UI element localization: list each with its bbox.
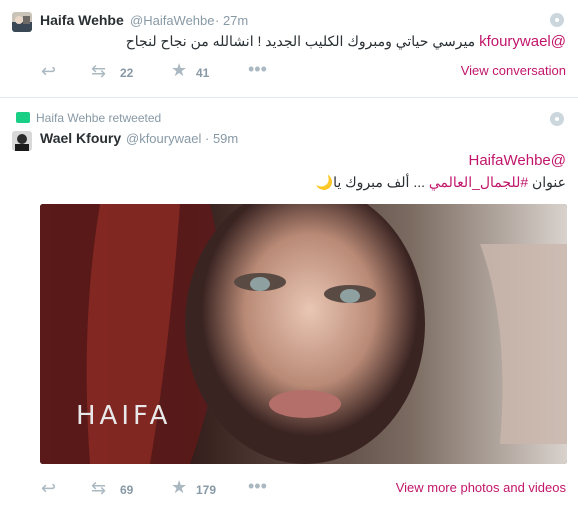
author-handle[interactable]: @kfourywael xyxy=(126,131,201,146)
reply-icon[interactable]: ↩ xyxy=(41,479,56,497)
author-name[interactable]: Haifa Wehbe xyxy=(40,12,124,28)
star-icon[interactable]: ★ xyxy=(171,478,187,496)
reply-icon[interactable]: ↩ xyxy=(41,62,56,80)
retweet-icon[interactable]: ⇆ xyxy=(91,479,106,497)
retweeted-by-text: Haifa Wehbe retweeted xyxy=(36,111,162,125)
retweet-icon xyxy=(16,112,30,123)
view-more-photos-link[interactable]: View more photos and videos xyxy=(396,480,566,495)
timestamp[interactable]: · 59m xyxy=(205,131,238,146)
tweet-text: @kfourywael ميرسي حياتي ومبروك الكليب ال… xyxy=(126,33,566,50)
media-photo[interactable]: HAIFA xyxy=(40,204,567,464)
avatar[interactable] xyxy=(12,131,32,151)
more-dots-icon[interactable]: ••• xyxy=(248,477,267,495)
tweet-body: ميرسي حياتي ومبروك الكليب الجديد ! انشال… xyxy=(125,33,476,49)
tweet-haifa[interactable]: Haifa Wehbe @HaifaWehbe · 27m @kfourywae… xyxy=(0,0,578,98)
view-conversation-link[interactable]: View conversation xyxy=(461,63,566,78)
author-handle[interactable]: @HaifaWehbe xyxy=(130,13,215,28)
avatar[interactable] xyxy=(12,12,32,32)
tweet-mention-line: @HaifaWehbe xyxy=(468,152,566,169)
star-icon[interactable]: ★ xyxy=(171,61,187,79)
retweet-count: 22 xyxy=(120,66,134,80)
favorite-count: 179 xyxy=(196,483,217,497)
retweet-icon[interactable]: ⇆ xyxy=(91,62,106,80)
retweet-context: Haifa Wehbe retweeted xyxy=(16,111,161,125)
favorite-count: 41 xyxy=(196,66,210,80)
retweet-count: 69 xyxy=(120,483,134,497)
tweet-text: عنوان #للجمال_العالمي ... ألف مبروك يا🌙 xyxy=(316,174,566,191)
tweet-body: عنوان xyxy=(532,174,566,190)
mention-link[interactable]: @kfourywael xyxy=(479,33,566,50)
media-watermark: HAIFA xyxy=(76,401,172,431)
more-dots-icon[interactable]: ••• xyxy=(248,60,267,78)
hashtag-link[interactable]: #للجمال_العالمي xyxy=(429,174,528,190)
timestamp[interactable]: · 27m xyxy=(215,13,248,28)
author-name[interactable]: Wael Kfoury xyxy=(40,130,121,146)
gear-icon[interactable] xyxy=(550,112,564,126)
gear-icon[interactable] xyxy=(550,13,564,27)
tweet-body-tail: ... ألف مبروك يا🌙 xyxy=(315,174,425,190)
tweet-wael[interactable]: Haifa Wehbe retweeted Wael Kfoury @kfour… xyxy=(0,98,578,511)
mention-link[interactable]: @HaifaWehbe xyxy=(468,152,566,169)
